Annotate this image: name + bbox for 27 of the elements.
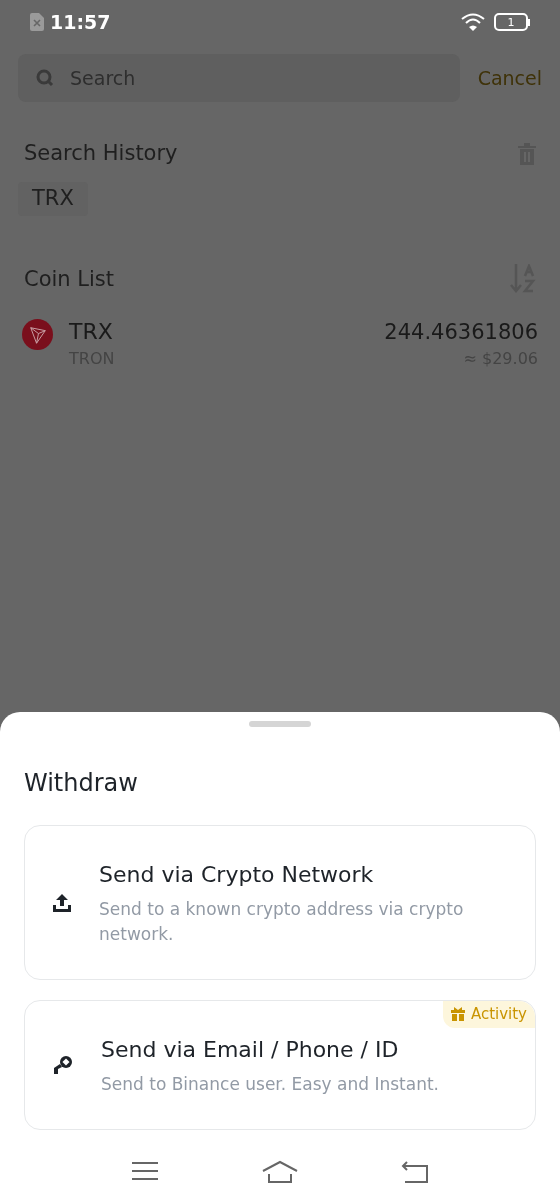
badge-label: Activity (470, 1004, 527, 1025)
option-description: Send to a known crypto address via crypto network. (99, 898, 465, 946)
upload-icon (51, 891, 73, 914)
drag-handle[interactable] (249, 721, 311, 727)
history-chip[interactable]: TRX (18, 181, 88, 216)
section-title: Coin List (24, 265, 115, 293)
withdraw-option[interactable]: Activity Send via Email / Phone / ID Send to Binance user. Easy and Instant. (24, 1000, 536, 1130)
transfer-icon (51, 1053, 75, 1077)
option-title: Send via Email / Phone / ID (101, 1036, 400, 1064)
section-title: Search History (24, 140, 178, 167)
wifi-icon (460, 12, 486, 32)
option-title: Send via Crypto Network (99, 861, 375, 889)
status-time: 11:57 (50, 9, 111, 35)
back-icon[interactable] (401, 1160, 429, 1184)
coin-logo-icon (22, 319, 53, 350)
battery-level: 1 (507, 16, 515, 28)
home-icon[interactable] (261, 1160, 299, 1184)
withdraw-option[interactable]: Send via Crypto Network Send to a known crypto address via crypto network. (24, 825, 536, 980)
coin-symbol: TRX (69, 318, 114, 346)
sim-card-icon (30, 13, 44, 31)
search-icon (36, 69, 54, 87)
menu-icon[interactable] (131, 1160, 159, 1182)
gift-icon (450, 1007, 465, 1022)
coin-amount: 244.46361806 (384, 319, 538, 346)
sheet-title: Withdraw (23, 768, 139, 799)
cancel-button[interactable]: Cancel (477, 63, 542, 93)
option-description: Send to Binance user. Easy and Instant. (101, 1073, 440, 1096)
